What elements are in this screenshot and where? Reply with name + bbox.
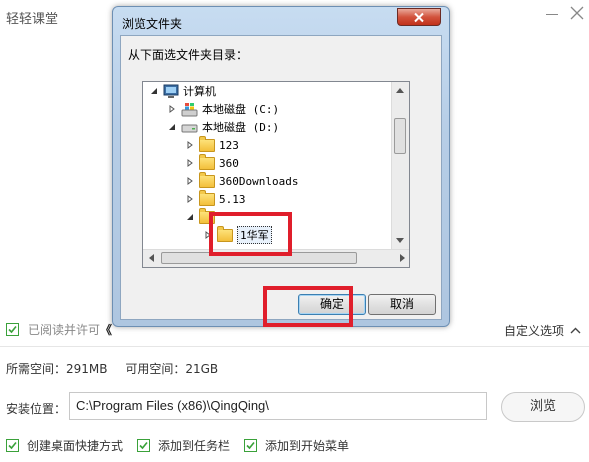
start-menu-checkbox[interactable] [244, 439, 258, 452]
folder-icon [199, 189, 215, 206]
option-taskbar[interactable]: 添加到任务栏 [137, 437, 230, 454]
desktop-shortcut-checkbox[interactable] [6, 439, 19, 452]
collapse-arrow-icon[interactable] [185, 212, 195, 222]
tree-item-folder-360[interactable]: 360 [185, 153, 239, 172]
custom-options-label: 自定义选项 [503, 324, 564, 338]
check-icon [139, 441, 148, 450]
browse-folder-dialog: 浏览文件夹 从下面选文件夹目录： 计算机 本地磁盘 (C:) 本地磁盘 (D:) [112, 6, 450, 327]
check-icon [8, 441, 17, 450]
tree-item-label: 360 [219, 156, 239, 170]
disk-space: 所需空间：291MB 可用空间：21GB [6, 360, 232, 377]
agreement-text: 已阅读并许可 [28, 323, 101, 337]
app-title: 轻轻课堂 [6, 12, 59, 27]
folder-icon [199, 135, 215, 152]
scroll-thumb[interactable] [394, 118, 406, 154]
check-icon [8, 325, 17, 334]
minimize-button[interactable] [544, 6, 560, 22]
license-link[interactable]: 《 [100, 323, 112, 337]
vertical-scrollbar[interactable] [391, 82, 409, 250]
tree-item-folder-5-13[interactable]: 5.13 [185, 189, 246, 208]
taskbar-label: 添加到任务栏 [158, 439, 231, 453]
agreement-checkbox[interactable] [6, 323, 19, 336]
cancel-button[interactable]: 取消 [368, 294, 436, 315]
option-start-menu[interactable]: 添加到开始菜单 [244, 437, 349, 454]
highlight-box-ok-button [263, 286, 353, 327]
install-path-input[interactable]: C:\Program Files (x86)\QingQing\ [69, 392, 487, 420]
expand-arrow-icon[interactable] [185, 194, 195, 204]
computer-icon [163, 84, 179, 98]
scroll-up-icon[interactable] [396, 87, 404, 93]
install-options: 创建桌面快捷方式 添加到任务栏 添加到开始菜单 [6, 437, 363, 454]
agreement-row: 已阅读并许可《 [6, 321, 112, 338]
scroll-right-icon[interactable] [400, 254, 406, 262]
tree-item-label: 5.13 [219, 192, 246, 206]
tree-item-label: 360Downloads [219, 174, 299, 188]
install-location-label: 安装位置： [6, 402, 67, 416]
tree-item-drive-d[interactable]: 本地磁盘 (D:) [167, 118, 279, 136]
tree-item-label: 123 [219, 138, 239, 152]
tree-item-computer[interactable]: 计算机 [149, 82, 216, 100]
check-icon [246, 441, 255, 450]
collapse-arrow-icon[interactable] [167, 122, 177, 132]
custom-options-toggle[interactable]: 自定义选项 [504, 322, 581, 339]
folder-icon [199, 171, 215, 188]
drive-icon [181, 124, 198, 132]
close-icon [414, 12, 424, 22]
dialog-body: 从下面选文件夹目录： 计算机 本地磁盘 (C:) 本地磁盘 (D:) 123 3… [120, 35, 442, 320]
start-menu-label: 添加到开始菜单 [265, 439, 350, 453]
tree-item-folder-360downloads[interactable]: 360Downloads [185, 171, 299, 190]
dialog-close-button[interactable] [397, 8, 441, 26]
tree-item-label: 本地磁盘 (D:) [202, 121, 280, 134]
expand-arrow-icon[interactable] [185, 176, 195, 186]
close-button[interactable] [568, 4, 586, 22]
dialog-prompt: 从下面选文件夹目录： [128, 48, 249, 62]
required-space: 所需空间：291MB [6, 362, 108, 376]
expand-arrow-icon[interactable] [185, 158, 195, 168]
expand-arrow-icon[interactable] [167, 104, 177, 114]
close-icon [570, 6, 584, 20]
desktop-shortcut-label: 创建桌面快捷方式 [27, 439, 124, 453]
option-desktop-shortcut[interactable]: 创建桌面快捷方式 [6, 437, 123, 454]
tree-item-drive-c[interactable]: 本地磁盘 (C:) [167, 100, 279, 118]
divider [0, 346, 589, 347]
highlight-box-selected-folder [209, 212, 292, 256]
scroll-left-icon[interactable] [148, 254, 154, 262]
taskbar-checkbox[interactable] [137, 439, 151, 452]
expand-arrow-icon[interactable] [185, 140, 195, 150]
tree-item-folder-123[interactable]: 123 [185, 135, 239, 154]
tree-item-label: 计算机 [183, 85, 216, 98]
folder-icon [199, 153, 215, 170]
tree-item-label: 本地磁盘 (C:) [202, 103, 280, 116]
dialog-title: 浏览文件夹 [122, 17, 183, 31]
collapse-arrow-icon[interactable] [149, 86, 159, 96]
chevron-up-icon [570, 327, 581, 334]
windows-drive-icon [181, 102, 198, 116]
available-space: 可用空间：21GB [125, 362, 219, 376]
scroll-down-icon[interactable] [396, 238, 404, 244]
browse-button[interactable]: 浏览 [501, 392, 585, 422]
